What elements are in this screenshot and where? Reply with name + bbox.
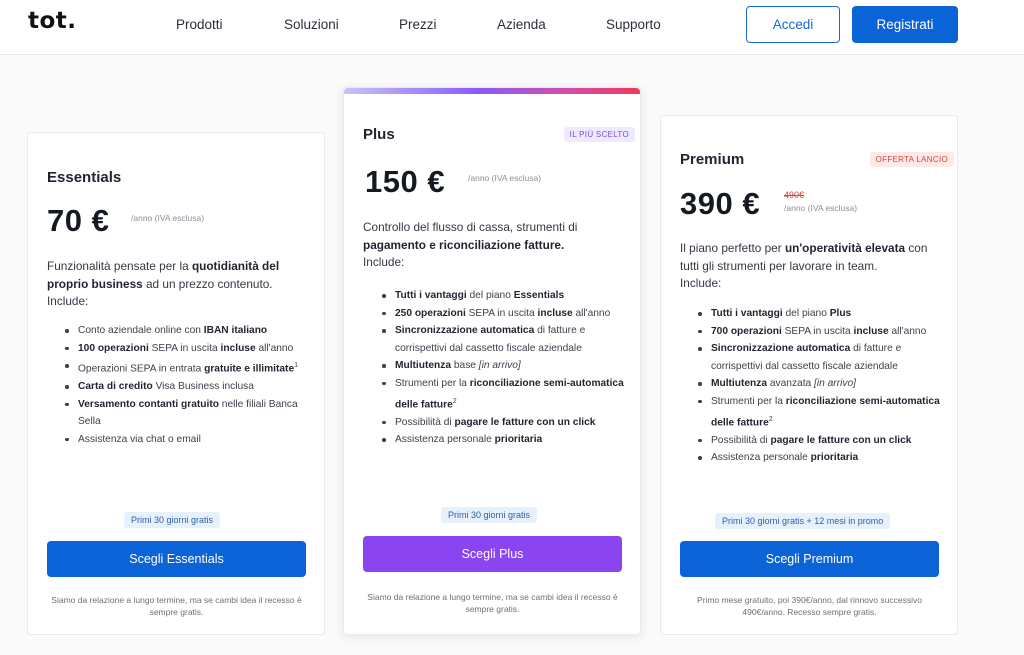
feature-item: Sincronizzazione automatica di fatture e… — [379, 322, 629, 357]
nav-link-prezzi[interactable]: Prezzi — [399, 17, 437, 32]
plan-name: Plus — [363, 126, 395, 143]
feature-item: 250 operazioni SEPA in uscita incluse al… — [379, 305, 629, 323]
plan-description: Funzionalità pensate per la quotidianità… — [47, 259, 280, 308]
feature-item: Operazioni SEPA in entrata gratuite e il… — [62, 357, 312, 378]
feature-item: Strumenti per la riconciliazione semi-au… — [695, 393, 945, 432]
plan-description: Il piano perfetto per un'operatività ele… — [680, 241, 928, 290]
feature-list: Tutti i vantaggi del piano Plus 700 opera… — [695, 305, 945, 467]
footnote: Siamo da relazione a lungo termine, ma s… — [51, 595, 302, 617]
feature-item: Possibilità di pagare le fatture con un … — [695, 432, 945, 450]
plan-card-premium: Premium OFFERTA LANCIO 390 € 490€ /anno … — [660, 115, 958, 635]
choose-premium-button[interactable]: Scegli Premium — [680, 541, 939, 577]
feature-item: Assistenza via chat o email — [62, 431, 312, 449]
signup-button[interactable]: Registrati — [852, 6, 958, 43]
plan-description: Controllo del flusso di cassa, strumenti… — [363, 220, 578, 269]
plan-price: 70 € — [47, 203, 110, 238]
price-note: /anno (IVA esclusa) — [131, 213, 205, 223]
launch-offer-badge: OFFERTA LANCIO — [869, 152, 954, 167]
feature-item: Multiutenza base [in arrivo] — [379, 357, 629, 375]
top-navigation-bar: tot. Prodotti Soluzioni Prezzi Azienda S… — [0, 0, 1024, 55]
feature-item: Strumenti per la riconciliazione semi-au… — [379, 375, 629, 414]
price-note: /anno (IVA esclusa) — [468, 173, 542, 183]
feature-item: 100 operazioni SEPA in uscita incluse al… — [62, 340, 312, 358]
plan-price: 150 € — [365, 164, 446, 199]
feature-list: Tutti i vantaggi del piano Essentials 250… — [379, 287, 629, 449]
plan-name: Essentials — [47, 169, 122, 186]
feature-item: Conto aziendale online con IBAN italiano — [62, 322, 312, 340]
feature-item: Possibilità di pagare le fatture con un … — [379, 414, 629, 432]
trial-badge: Primi 30 giorni gratis — [124, 512, 221, 528]
choose-plus-button[interactable]: Scegli Plus — [363, 536, 622, 572]
nav-link-soluzioni[interactable]: Soluzioni — [284, 17, 339, 32]
footnote: Siamo da relazione a lungo termine, ma s… — [367, 592, 618, 614]
old-price: 490€ — [784, 190, 805, 200]
choose-essentials-button[interactable]: Scegli Essentials — [47, 541, 306, 577]
feature-item: Carta di credito Visa Business inclusa — [62, 378, 312, 396]
trial-badge: Primi 30 giorni gratis + 12 mesi in prom… — [715, 513, 891, 529]
feature-item: 700 operazioni SEPA in uscita incluse al… — [695, 323, 945, 341]
feature-item: Tutti i vantaggi del piano Essentials — [379, 287, 629, 305]
highlight-gradient-bar — [344, 88, 640, 94]
feature-item: Sincronizzazione automatica di fatture e… — [695, 340, 945, 375]
logo[interactable]: tot. — [28, 8, 77, 34]
login-button[interactable]: Accedi — [746, 6, 840, 43]
trial-badge: Primi 30 giorni gratis — [441, 507, 538, 523]
price-note: /anno (IVA esclusa) — [784, 203, 858, 213]
nav-link-supporto[interactable]: Supporto — [606, 17, 661, 32]
feature-item: Tutti i vantaggi del piano Plus — [695, 305, 945, 323]
most-chosen-badge: IL PIÙ SCELTO — [563, 127, 635, 142]
nav-link-azienda[interactable]: Azienda — [497, 17, 546, 32]
plan-card-essentials: Essentials 70 € /anno (IVA esclusa) Funz… — [27, 132, 325, 635]
feature-item: Assistenza personale prioritaria — [695, 449, 945, 467]
feature-item: Assistenza personale prioritaria — [379, 431, 629, 449]
plan-name: Premium — [680, 151, 745, 168]
feature-list: Conto aziendale online con IBAN italiano… — [62, 322, 312, 449]
footnote: Primo mese gratuito, poi 390€/anno, dal … — [697, 595, 922, 617]
feature-item: Multiutenza avanzata [in arrivo] — [695, 375, 945, 393]
plan-price: 390 € — [680, 186, 761, 221]
plan-card-plus: Plus IL PIÙ SCELTO 150 € /anno (IVA escl… — [343, 87, 641, 635]
feature-item: Versamento contanti gratuito nelle filia… — [62, 396, 312, 431]
nav-link-prodotti[interactable]: Prodotti — [176, 17, 223, 32]
